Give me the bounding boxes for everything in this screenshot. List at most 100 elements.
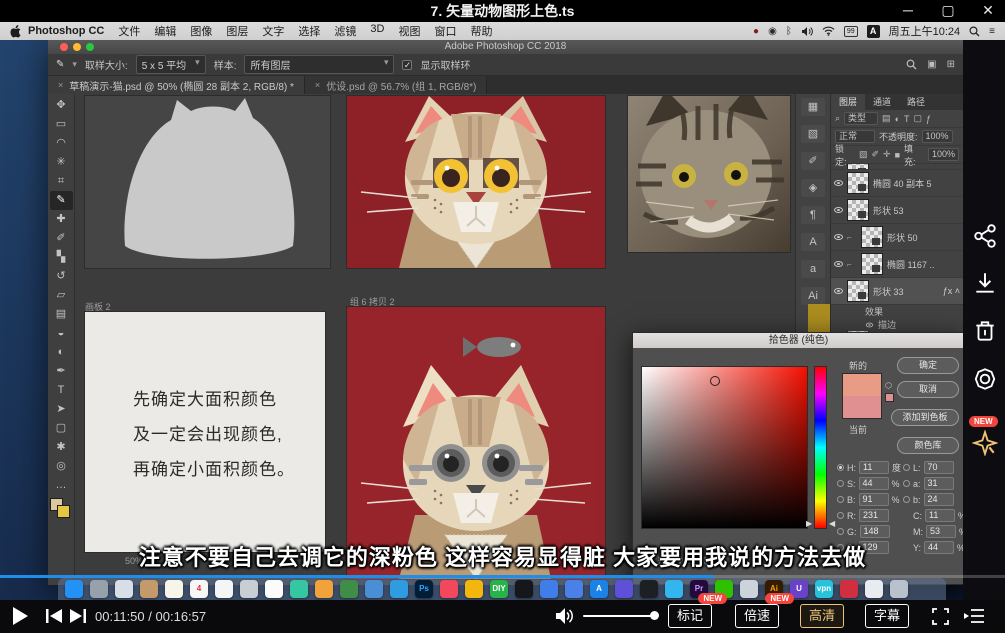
- bluetooth-icon[interactable]: ᛒ: [786, 26, 792, 37]
- music-dock-icon[interactable]: [440, 580, 458, 598]
- menu-帮助[interactable]: 帮助: [470, 23, 492, 39]
- close-window-icon[interactable]: ✕: [975, 0, 1001, 22]
- character-panel-icon[interactable]: A: [801, 233, 825, 251]
- show-ring-checkbox[interactable]: ✓: [402, 60, 412, 70]
- channels-panel-tab[interactable]: 通道: [865, 94, 899, 110]
- type-filter-icon[interactable]: T: [904, 114, 910, 124]
- menu-窗口[interactable]: 窗口: [434, 23, 456, 39]
- document-tab-inactive[interactable]: × 优设.psd @ 56.7% (组 1, RGB/8*): [305, 76, 487, 94]
- brush-tool[interactable]: ✐: [50, 229, 73, 248]
- brush-settings-panel-icon[interactable]: ✐: [801, 152, 825, 170]
- layer-row[interactable]: ⌐椭圆 1167 ..: [831, 251, 963, 278]
- layer-thumbnail[interactable]: [861, 226, 883, 248]
- chrome-dock-icon[interactable]: [465, 580, 483, 598]
- layer-row[interactable]: ⌐形状 50: [831, 224, 963, 251]
- share-action-icon[interactable]: [972, 223, 998, 249]
- filter-type-dropdown[interactable]: 类型: [844, 112, 878, 125]
- battery-icon[interactable]: 99: [844, 26, 858, 37]
- input-method-icon[interactable]: A: [867, 25, 880, 38]
- path-selection-tool[interactable]: ➤: [50, 400, 73, 419]
- foreground-background-swatches[interactable]: [50, 498, 72, 520]
- notes-dock-icon[interactable]: [165, 580, 183, 598]
- menubar-app-name[interactable]: Photoshop CC: [28, 25, 104, 37]
- playlist-button[interactable]: [964, 608, 984, 624]
- artboard-cat-gray-eyes[interactable]: [347, 307, 605, 579]
- filter-search-icon[interactable]: ⌕: [835, 113, 840, 124]
- menu-图层[interactable]: 图层: [226, 23, 248, 39]
- fullscreen-button[interactable]: [932, 608, 949, 625]
- tencent-cloud-dock-icon[interactable]: [540, 580, 558, 598]
- color-value-input[interactable]: 231: [859, 509, 889, 522]
- glyphs-panel-icon[interactable]: a: [801, 260, 825, 278]
- lock-all-icon[interactable]: ■: [895, 150, 900, 160]
- smart-object-filter-icon[interactable]: ƒ: [926, 114, 931, 124]
- sample-size-dropdown[interactable]: 5 x 5 平均▾: [136, 55, 206, 74]
- layer-thumbnail[interactable]: [861, 253, 883, 275]
- crop-tool[interactable]: ⌗: [50, 172, 73, 191]
- background-color-swatch[interactable]: [57, 505, 70, 518]
- lock-transparency-icon[interactable]: ▨: [859, 149, 868, 160]
- maximize-traffic-light[interactable]: [86, 43, 94, 51]
- layer-name[interactable]: 椭圆 40 副本 5: [873, 177, 932, 190]
- iina-dock-icon[interactable]: [615, 580, 633, 598]
- arrange-documents-icon[interactable]: ▣: [927, 59, 936, 70]
- color-libraries-button[interactable]: 颜色库: [897, 437, 959, 454]
- close-tab-icon[interactable]: ×: [315, 80, 320, 90]
- menubar-clock[interactable]: 周五上午10:24: [889, 23, 961, 39]
- launchpad-dock-icon[interactable]: [90, 580, 108, 598]
- color-field[interactable]: [641, 366, 808, 529]
- camera-status-icon[interactable]: ◉: [768, 26, 777, 37]
- zoom-tool[interactable]: ◎: [50, 457, 73, 476]
- numbers-dock-icon[interactable]: [340, 580, 358, 598]
- folder-dock-icon[interactable]: [140, 580, 158, 598]
- color-mode-radio[interactable]: [837, 528, 844, 535]
- mark-button[interactable]: 标记 NEW: [668, 604, 712, 628]
- color-value-input[interactable]: 91: [859, 493, 889, 506]
- color-value-input[interactable]: 53: [926, 525, 956, 538]
- pixel-filter-icon[interactable]: ▤: [882, 113, 891, 124]
- color-mode-radio[interactable]: [837, 496, 844, 503]
- artboard-note[interactable]: 先确定大面积颜色 及一定会出现颜色, 再确定小面积颜色。: [85, 312, 325, 552]
- qq-dock-icon[interactable]: [515, 580, 533, 598]
- color-value-input[interactable]: 44: [859, 477, 889, 490]
- gradients-panel-icon[interactable]: ▧: [801, 125, 825, 143]
- kugou-dock-icon[interactable]: [565, 580, 583, 598]
- download-action-icon[interactable]: [972, 270, 998, 296]
- eyedropper-tool[interactable]: ✎: [50, 191, 73, 210]
- layer-visibility-eye-icon[interactable]: [834, 207, 843, 213]
- menu-视图[interactable]: 视图: [398, 23, 420, 39]
- minimize-traffic-light[interactable]: [73, 43, 81, 51]
- web-safe-swatch-icon[interactable]: [885, 393, 894, 402]
- quality-button[interactable]: 高清: [800, 604, 844, 628]
- notification-center-icon[interactable]: ≡: [989, 26, 995, 37]
- layer-effects-row[interactable]: 效果: [831, 305, 963, 318]
- adjustment-filter-icon[interactable]: ◐: [895, 114, 900, 124]
- pages-dock-icon[interactable]: [315, 580, 333, 598]
- layer-visibility-eye-icon[interactable]: [834, 234, 843, 240]
- move-tool[interactable]: ✥: [50, 96, 73, 115]
- opacity-value[interactable]: 100%: [922, 130, 953, 143]
- captions-button[interactable]: 字幕: [865, 604, 909, 628]
- eyedropper-tool-icon[interactable]: ✎: [56, 59, 64, 70]
- color-value-input[interactable]: 148: [860, 525, 890, 538]
- minimize-window-icon[interactable]: ─: [895, 0, 921, 22]
- vpn-dock-icon[interactable]: vpn: [815, 580, 833, 598]
- swatches-panel-icon[interactable]: ▦: [801, 98, 825, 116]
- dodge-tool[interactable]: ◐: [50, 343, 73, 362]
- gradient-tool[interactable]: ▤: [50, 305, 73, 324]
- menu-滤镜[interactable]: 滤镜: [334, 23, 356, 39]
- document-tab-active[interactable]: × 草稿演示-猫.psd @ 50% (椭圆 28 副本 2, RGB/8) *: [48, 76, 305, 94]
- scanner-dock-icon[interactable]: [890, 580, 908, 598]
- volume-slider[interactable]: [583, 615, 655, 617]
- volume-status-icon[interactable]: [801, 26, 813, 37]
- artboard-silhouette[interactable]: [85, 96, 330, 268]
- layer-stroke-effect-row[interactable]: 描边: [831, 318, 963, 331]
- preview-dock-icon[interactable]: [115, 580, 133, 598]
- color-mode-radio[interactable]: [837, 464, 844, 471]
- itunes-alt-dock-icon[interactable]: [865, 580, 883, 598]
- layer-name[interactable]: 形状 53: [873, 204, 904, 217]
- color-value-input[interactable]: 31: [924, 477, 954, 490]
- color-mode-radio[interactable]: [837, 480, 844, 487]
- color-value-input[interactable]: 11: [859, 461, 889, 474]
- delete-action-icon[interactable]: [972, 318, 998, 344]
